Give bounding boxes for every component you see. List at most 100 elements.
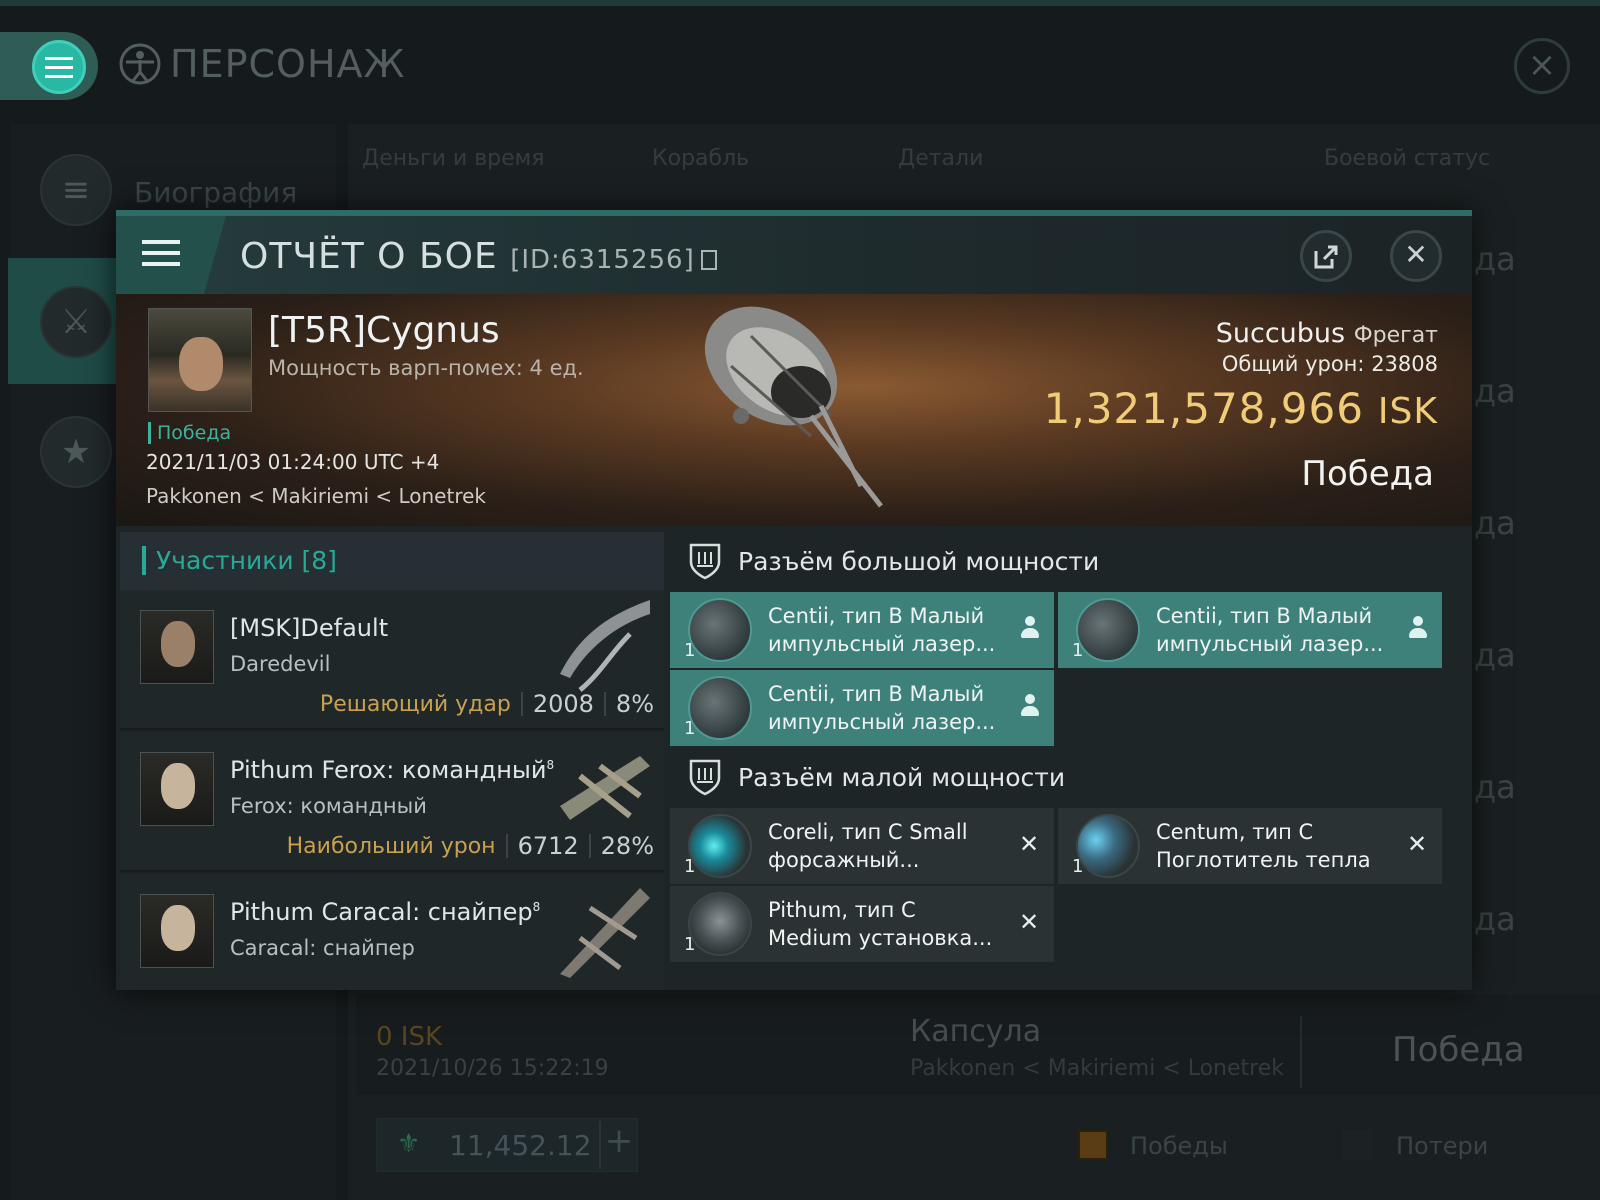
sidebar-tab-medals[interactable]: ★ (8, 388, 118, 514)
pulse-laser-icon (688, 676, 752, 740)
pulse-laser-icon (688, 598, 752, 662)
participant-stats: Наибольший урон 6712 28% (287, 832, 654, 860)
main-menu-button[interactable] (32, 40, 86, 94)
sidebar-tab-combat[interactable]: ⚔ (8, 258, 118, 384)
list-icon: ≡ (40, 154, 112, 226)
participant-name: Pithum Ferox: командный8 (230, 756, 554, 784)
row-status: да (1474, 372, 1516, 410)
isk-amount: 1,321,578,966 (1043, 384, 1364, 433)
tab-ship[interactable]: Корабль (652, 146, 749, 171)
destroyed-x-icon: ✕ (1018, 830, 1040, 858)
total-damage-label: Общий урон: (1221, 352, 1365, 376)
losses-legend-label: Потери (1396, 1132, 1489, 1160)
sidebar-tab-biography[interactable]: ≡ (8, 126, 118, 252)
module-slot[interactable]: 1 Centii, тип B Малый импульсный лазер... (670, 592, 1054, 668)
participant-role: Решающий удар (319, 691, 511, 717)
participant-ship-image (560, 600, 650, 692)
participant-row[interactable]: Pithum Ferox: командный8 Ferox: командны… (120, 732, 664, 872)
modal-title-text: ОТЧЁТ О БОЕ (240, 236, 498, 277)
participant-role: Наибольший урон (286, 833, 496, 859)
row-status: да (1474, 768, 1516, 806)
shield-icon (689, 543, 721, 580)
participant-portrait (140, 610, 214, 684)
participant-portrait (140, 894, 214, 968)
share-button[interactable] (1300, 230, 1352, 282)
row-status: да (1474, 636, 1516, 674)
module-name-line2: Medium установка... (768, 926, 993, 950)
ship-class: Фрегат (1353, 323, 1438, 348)
participant-name: [MSK]Default (230, 614, 389, 642)
participant-ship: Ferox: командный (230, 794, 427, 818)
total-damage: Общий урон: 23808 (1222, 352, 1438, 376)
participant-name: Pithum Caracal: снайпер8 (230, 898, 540, 926)
isk-value: 1,321,578,966 ISK (1044, 384, 1438, 433)
page-close-button[interactable]: × (1514, 38, 1570, 94)
module-name-line2: импульсный лазер... (1156, 632, 1384, 656)
participant-damage: 6712 (517, 832, 579, 860)
row-status: да (1474, 240, 1516, 278)
wins-legend-swatch[interactable] (1078, 1130, 1108, 1160)
pilot-name[interactable]: [T5R]Cygnus (268, 310, 500, 351)
result-tag: Победа (148, 422, 231, 444)
module-name-line2: импульсный лазер... (768, 710, 996, 734)
module-qty: 1 (1072, 640, 1084, 661)
participant-damage: 2008 (532, 690, 594, 718)
module-slot[interactable]: 1 Pithum, тип C Medium установка... ✕ (670, 886, 1054, 962)
fitting-panel: Разъём большой мощности 1 Centii, тип B … (668, 532, 1472, 990)
participant-ship-image (560, 888, 650, 978)
report-id: [ID:6315256] (510, 245, 695, 275)
tab-money-time[interactable]: Деньги и время (362, 146, 545, 171)
module-name-line2: Поглотитель тепла (1156, 848, 1371, 872)
ship-name: Succubus (1215, 318, 1346, 349)
tab-details[interactable]: Детали (898, 146, 983, 171)
participant-percent: 8% (615, 690, 654, 718)
victim-ship[interactable]: Succubus Фрегат (1216, 318, 1438, 349)
isk-unit: ISK (1377, 391, 1438, 432)
module-qty: 1 (684, 934, 696, 955)
kill-datetime: 2021/11/03 01:24:00 UTC +4 (146, 450, 440, 474)
module-name-line1: Centum, тип C (1156, 820, 1314, 844)
kill-location[interactable]: Pakkonen < Makiriemi < Lonetrek (146, 484, 486, 508)
module-name: Coreli, тип C Small форсажный... (768, 818, 1008, 874)
row-status: да (1474, 504, 1516, 542)
participant-row[interactable]: Pithum Caracal: снайпер8 Caracal: снайпе… (120, 874, 664, 990)
heat-sink-icon (1076, 814, 1140, 878)
module-qty: 1 (684, 856, 696, 877)
module-slot[interactable]: 1 Centii, тип B Малый импульсный лазер... (1058, 592, 1442, 668)
modal-menu-button[interactable] (116, 216, 226, 294)
module-name-line2: форсажный... (768, 848, 920, 872)
modal-title: ОТЧЁТ О БОЕ [ID:6315256] (240, 236, 717, 277)
destroyed-x-icon: ✕ (1406, 830, 1428, 858)
row-route: Pakkonen < Makiriemi < Lonetrek (910, 1056, 1284, 1081)
pilot-portrait[interactable] (148, 308, 252, 412)
participant-name-text: Pithum Ferox: командный (230, 756, 547, 784)
wallet-widget: ⚜ 11,452.12 + (376, 1118, 638, 1172)
wallet-icon: ⚜ (397, 1129, 421, 1159)
fitted-person-icon (1020, 616, 1040, 640)
module-name: Centii, тип B Малый импульсный лазер... (1156, 602, 1396, 658)
copy-icon[interactable] (700, 250, 717, 270)
module-name-line1: Centii, тип B Малый (768, 682, 985, 706)
module-slot[interactable]: 1 Centum, тип C Поглотитель тепла ✕ (1058, 808, 1442, 884)
modal-close-button[interactable]: ✕ (1390, 230, 1442, 282)
combat-report-modal: ОТЧЁТ О БОЕ [ID:6315256] ✕ [T5R]Cygnus М… (116, 210, 1472, 990)
module-name: Centum, тип C Поглотитель тепла (1156, 818, 1396, 874)
module-name-line1: Centii, тип B Малый (1156, 604, 1373, 628)
module-name-line1: Pithum, тип C (768, 898, 916, 922)
participant-row[interactable]: [MSK]Default Daredevil Решающий удар 200… (120, 590, 664, 730)
kill-result: Победа (1301, 454, 1434, 494)
warp-disrupt-strength: Мощность варп-помех: 4 ед. (268, 356, 584, 380)
participant-name-text: Pithum Caracal: снайпер (230, 898, 533, 926)
participant-stats: Решающий удар 2008 8% (320, 690, 654, 718)
external-link-icon (1314, 245, 1338, 269)
ship-image[interactable] (681, 296, 921, 520)
participants-title: Участники [8] (142, 546, 337, 575)
pulse-laser-icon (1076, 598, 1140, 662)
losses-legend-swatch[interactable] (1342, 1130, 1372, 1160)
tab-combat-status[interactable]: Боевой статус (1324, 146, 1490, 171)
module-qty: 1 (684, 718, 696, 739)
module-slot[interactable]: 1 Coreli, тип C Small форсажный... ✕ (670, 808, 1054, 884)
module-slot[interactable]: 1 Centii, тип B Малый импульсный лазер... (670, 670, 1054, 746)
wallet-add-button[interactable]: + (599, 1121, 637, 1169)
destroyed-x-icon: ✕ (1018, 908, 1040, 936)
